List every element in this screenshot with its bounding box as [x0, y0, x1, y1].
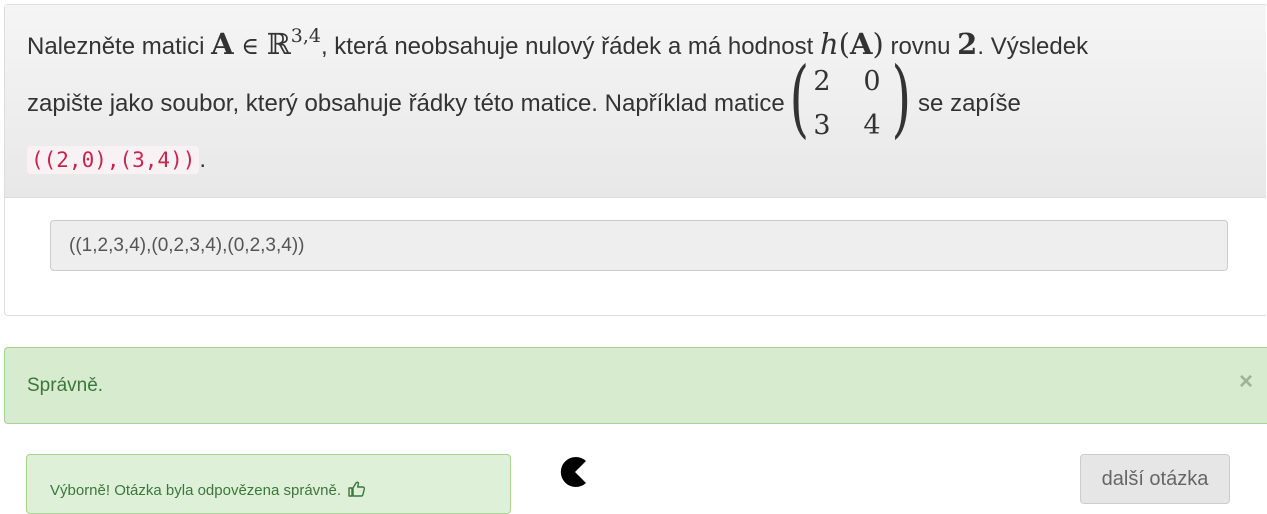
matrix-cell: 2 [813, 66, 831, 97]
rank-paren-open: ( [838, 27, 850, 61]
question-text-segment: . Výsledek [977, 33, 1089, 60]
result-alert: Správně. × [4, 347, 1267, 424]
rank-value: 2 [957, 27, 978, 61]
question-heading: Nalezněte matici A ∈ ℝ3,4, která neobsah… [5, 5, 1266, 198]
element-of-symbol: ∈ [233, 32, 267, 60]
question-text-segment: , která neobsahuje nulový řádek a má hod… [320, 33, 820, 60]
matrix-cell: 0 [863, 66, 881, 97]
question-text-segment: . [199, 146, 207, 173]
reals-symbol: ℝ [266, 27, 291, 61]
feedback-line: Výborně! Otázka byla odpovězena správně. [50, 481, 366, 499]
reals-dimension: 3,4 [290, 25, 321, 47]
feedback-text: Výborně! Otázka byla odpovězena správně. [50, 482, 342, 499]
result-alert-text: Správně. [27, 375, 104, 396]
question-text-segment: se zapíše [911, 90, 1021, 117]
matrix-cell: 3 [813, 110, 831, 141]
question-text-segment: zapište jako soubor, který obsahuje řádk… [27, 90, 792, 117]
matrix-paren-left: ( [789, 49, 810, 147]
matrix-cell: 4 [863, 110, 881, 141]
rank-argument: A [849, 27, 873, 61]
question-line-1: Nalezněte matici A ∈ ℝ3,4, která neobsah… [27, 25, 1088, 61]
question-text-segment: Nalezněte matici [27, 33, 212, 60]
feedback-box: Výborně! Otázka byla odpovězena správně. [26, 454, 511, 514]
thumbs-up-icon [348, 481, 366, 497]
question-panel: Nalezněte matici A ∈ ℝ3,4, která neobsah… [4, 4, 1266, 316]
question-line-2: zapište jako soubor, který obsahuje řádk… [27, 56, 1021, 144]
next-question-button[interactable]: další otázka [1080, 454, 1230, 504]
pacman-icon [560, 457, 586, 487]
answer-input[interactable]: ((1,2,3,4),(0,2,3,4),(0,2,3,4)) [50, 220, 1228, 271]
example-matrix: ( 2 0 3 4 ) [790, 56, 912, 144]
close-icon[interactable]: × [1239, 368, 1253, 396]
question-line-3: ((2,0),(3,4)). [27, 146, 206, 174]
rank-paren-close: ) [872, 27, 884, 61]
matrix-paren-right: ) [891, 49, 912, 147]
example-code: ((2,0),(3,4)) [27, 146, 200, 174]
rank-function: h [819, 27, 839, 61]
matrix-symbol: A [211, 27, 234, 61]
